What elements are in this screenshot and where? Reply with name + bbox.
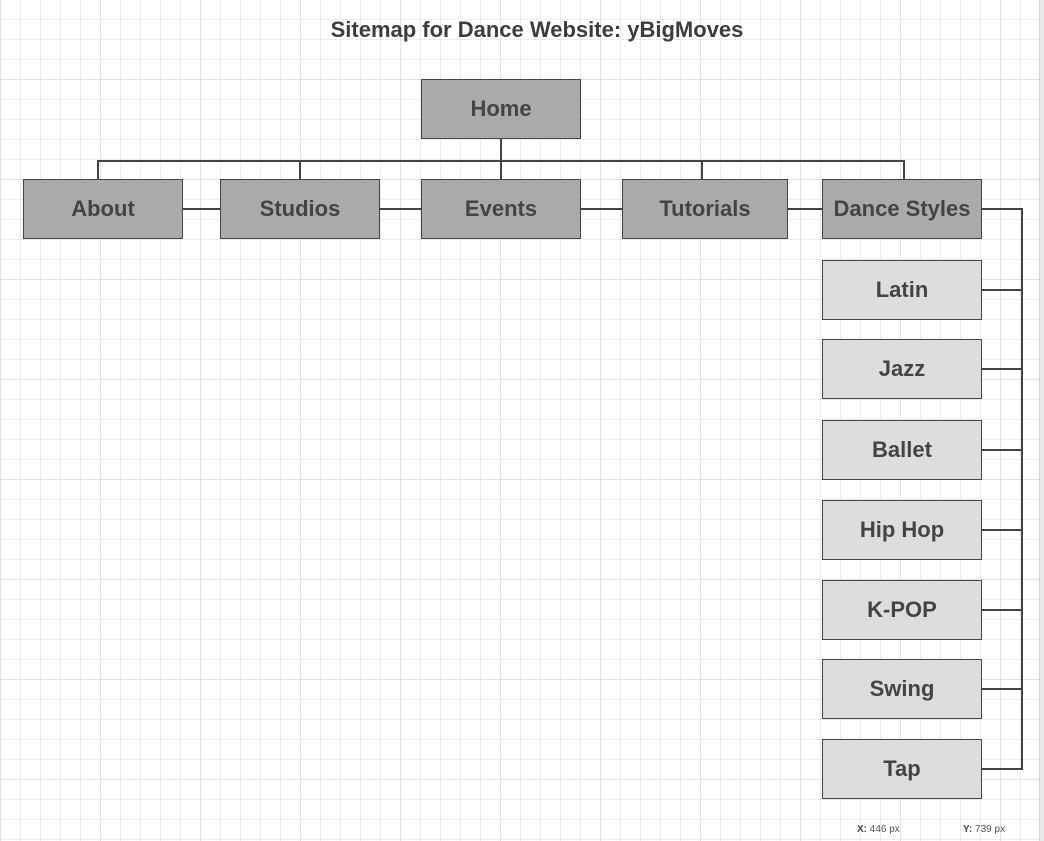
cursor-x-value: 446 px — [869, 824, 900, 835]
node-ballet[interactable]: Ballet — [822, 420, 982, 480]
node-k-pop[interactable]: K-POP — [822, 580, 982, 640]
cursor-y-readout: Y: 739 px — [963, 824, 1005, 835]
cursor-x-label: X: — [857, 824, 867, 835]
node-home[interactable]: Home — [421, 79, 581, 139]
node-swing[interactable]: Swing — [822, 659, 982, 719]
node-tutorials[interactable]: Tutorials — [622, 179, 788, 239]
node-tap[interactable]: Tap — [822, 739, 982, 799]
cursor-y-label: Y: — [963, 824, 973, 835]
node-events[interactable]: Events — [421, 179, 581, 239]
node-latin[interactable]: Latin — [822, 260, 982, 320]
node-hip-hop[interactable]: Hip Hop — [822, 500, 982, 560]
cursor-x-readout: X: 446 px — [857, 824, 900, 835]
node-studios[interactable]: Studios — [220, 179, 380, 239]
node-dance-styles[interactable]: Dance Styles — [822, 179, 982, 239]
cursor-y-value: 739 px — [975, 824, 1006, 835]
node-about[interactable]: About — [23, 179, 183, 239]
node-jazz[interactable]: Jazz — [822, 339, 982, 399]
